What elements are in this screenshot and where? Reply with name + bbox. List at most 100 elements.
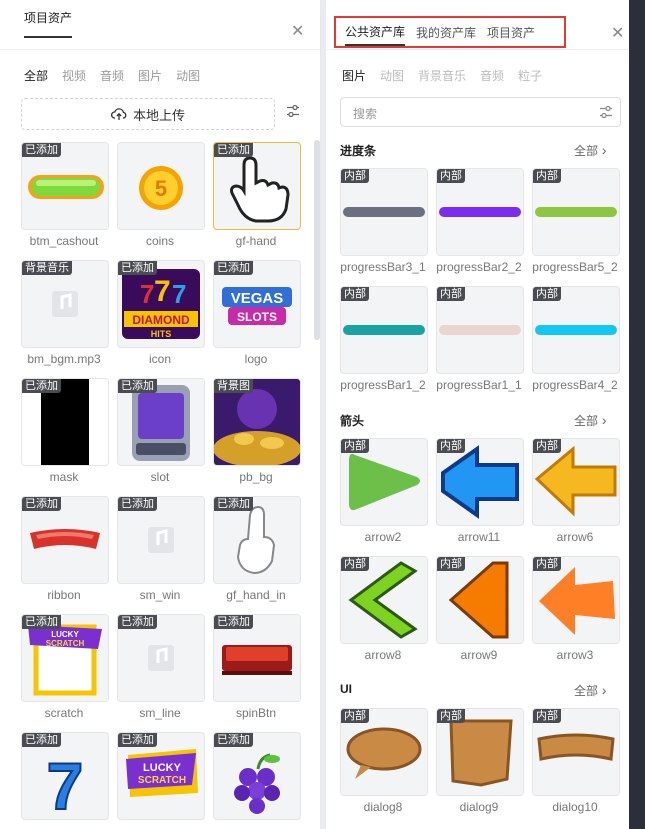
library-item-thumbnail[interactable]: 内部 [340, 168, 428, 256]
asset-thumbnail[interactable]: 已添加 [213, 142, 301, 230]
filter-sliders-icon[interactable] [599, 105, 613, 119]
asset-library-panel: 公共资产库 我的资产库 项目资产 ✕ 图片 动图 背景音乐 音频 粒子 搜索 进… [326, 0, 629, 829]
library-item-thumbnail[interactable]: 内部 [340, 438, 428, 526]
asset-name: icon [148, 352, 171, 366]
internal-badge: 内部 [437, 439, 465, 453]
library-item-thumbnail[interactable]: 内部 [532, 286, 620, 374]
asset-thumbnail[interactable]: 已添加 [213, 732, 301, 820]
asset-thumbnail[interactable]: 已添加 [21, 378, 109, 466]
library-item-thumbnail[interactable]: 内部 [340, 556, 428, 644]
library-item-thumbnail[interactable]: 内部 [532, 168, 620, 256]
asset-thumbnail[interactable]: 已添加 [117, 496, 205, 584]
library-item-thumbnail[interactable]: 内部 [436, 708, 524, 796]
asset-thumbnail[interactable]: 已添加 7 7 7 DIAMOND HITS [117, 260, 205, 348]
internal-badge: 内部 [533, 557, 561, 571]
asset-name: logo [244, 352, 268, 366]
library-item-name: dialog8 [363, 800, 403, 814]
asset-thumbnail[interactable]: 已添加 [213, 496, 301, 584]
search-placeholder: 搜索 [353, 107, 378, 121]
type-tab-bgm[interactable]: 背景音乐 [418, 67, 466, 84]
asset-thumbnail[interactable]: 已添加 [213, 614, 301, 702]
filter-tab-audio[interactable]: 音频 [100, 67, 124, 84]
tab-project-assets[interactable]: 项目资产 [487, 24, 535, 41]
see-all-link[interactable]: 全部 › [574, 412, 607, 429]
library-item-name: arrow2 [364, 530, 402, 544]
asset-status-badge: 背景图 [214, 379, 253, 393]
asset-name: bm_bgm.mp3 [27, 352, 101, 366]
asset-status-badge: 已添加 [22, 733, 61, 747]
filter-tab-video[interactable]: 视频 [62, 67, 86, 84]
asset-thumbnail[interactable]: 背景图 [213, 378, 301, 466]
library-item-thumbnail[interactable]: 内部 [436, 286, 524, 374]
type-tab-gif[interactable]: 动图 [380, 67, 404, 84]
asset-name: coins [145, 234, 174, 248]
type-tab-audio[interactable]: 音频 [480, 67, 504, 84]
see-all-label: 全部 [574, 414, 599, 428]
filter-tab-image[interactable]: 图片 [138, 67, 162, 84]
library-tabs: 公共资产库 我的资产库 项目资产 [334, 16, 566, 48]
see-all-label: 全部 [574, 684, 599, 698]
library-item-name: arrow11 [457, 530, 501, 544]
settings-sliders-icon[interactable] [286, 104, 300, 118]
asset-status-badge: 已添加 [214, 143, 253, 157]
asset-status-badge: 已添加 [118, 379, 157, 393]
asset-status-badge: 背景音乐 [22, 261, 72, 275]
asset-thumbnail[interactable]: 已添加 [117, 378, 205, 466]
asset-status-badge: 已添加 [118, 497, 157, 511]
internal-badge: 内部 [341, 557, 369, 571]
asset-thumbnail[interactable]: 已添加 [21, 142, 109, 230]
library-item-thumbnail[interactable]: 内部 [532, 708, 620, 796]
library-item-thumbnail[interactable]: 内部 [532, 556, 620, 644]
internal-badge: 内部 [533, 169, 561, 183]
library-item-thumbnail[interactable]: 内部 [340, 708, 428, 796]
asset-thumbnail[interactable]: 5 [117, 142, 205, 230]
asset-name: gf-hand [235, 234, 277, 248]
asset-thumbnail[interactable]: 已添加 LUCKY SCRATCH [21, 614, 109, 702]
type-tab-image[interactable]: 图片 [342, 67, 366, 84]
svg-text:5: 5 [155, 176, 167, 201]
library-item-thumbnail[interactable]: 内部 [532, 438, 620, 526]
asset-thumbnail[interactable]: 已添加 LUCKY SCRATCH [117, 732, 205, 820]
see-all-link[interactable]: 全部 › [574, 682, 607, 699]
internal-badge: 内部 [341, 169, 369, 183]
svg-text:SCRATCH: SCRATCH [138, 775, 186, 786]
search-input[interactable]: 搜索 [340, 97, 621, 127]
svg-text:VEGAS: VEGAS [231, 290, 284, 307]
upload-button[interactable]: 本地上传 [21, 98, 275, 130]
see-all-link[interactable]: 全部 › [574, 142, 607, 159]
panel-title: 项目资产 [24, 0, 73, 38]
asset-name: mask [49, 470, 79, 484]
internal-badge: 内部 [533, 439, 561, 453]
asset-thumbnail[interactable]: 已添加 VEGAS SLOTS [213, 260, 301, 348]
filter-tabs: 全部 视频 音频 图片 动图 [24, 67, 200, 84]
library-item-name: progressBar1_1 [436, 378, 522, 392]
asset-name: pb_bg [239, 470, 273, 484]
close-icon[interactable]: ✕ [291, 24, 304, 40]
close-icon[interactable]: ✕ [611, 26, 624, 42]
asset-thumbnail[interactable]: 已添加 [21, 496, 109, 584]
svg-text:DIAMOND: DIAMOND [132, 313, 190, 327]
asset-preview-image: 5 [139, 166, 183, 210]
library-item-name: dialog9 [459, 800, 499, 814]
asset-name: sm_line [139, 706, 181, 720]
tab-public-library[interactable]: 公共资产库 [345, 20, 406, 46]
section-title: UI [340, 682, 352, 696]
filter-tab-all[interactable]: 全部 [24, 67, 48, 84]
chevron-right-icon: › [598, 142, 607, 158]
filter-tab-gif[interactable]: 动图 [176, 67, 200, 84]
library-item-thumbnail[interactable]: 内部 [436, 168, 524, 256]
internal-badge: 内部 [437, 287, 465, 301]
tab-my-library[interactable]: 我的资产库 [416, 24, 476, 41]
chevron-right-icon: › [598, 682, 607, 698]
right-header: 公共资产库 我的资产库 项目资产 ✕ [326, 0, 629, 50]
type-tab-particle[interactable]: 粒子 [518, 67, 542, 84]
left-scrollbar[interactable] [314, 140, 320, 340]
internal-badge: 内部 [341, 287, 369, 301]
library-item-thumbnail[interactable]: 内部 [436, 438, 524, 526]
asset-thumbnail[interactable]: 已添加 7 [21, 732, 109, 820]
asset-thumbnail[interactable]: 已添加 [117, 614, 205, 702]
library-item-thumbnail[interactable]: 内部 [436, 556, 524, 644]
asset-thumbnail[interactable]: 背景音乐 [21, 260, 109, 348]
library-item-thumbnail[interactable]: 内部 [340, 286, 428, 374]
library-item-name: arrow3 [556, 648, 594, 662]
